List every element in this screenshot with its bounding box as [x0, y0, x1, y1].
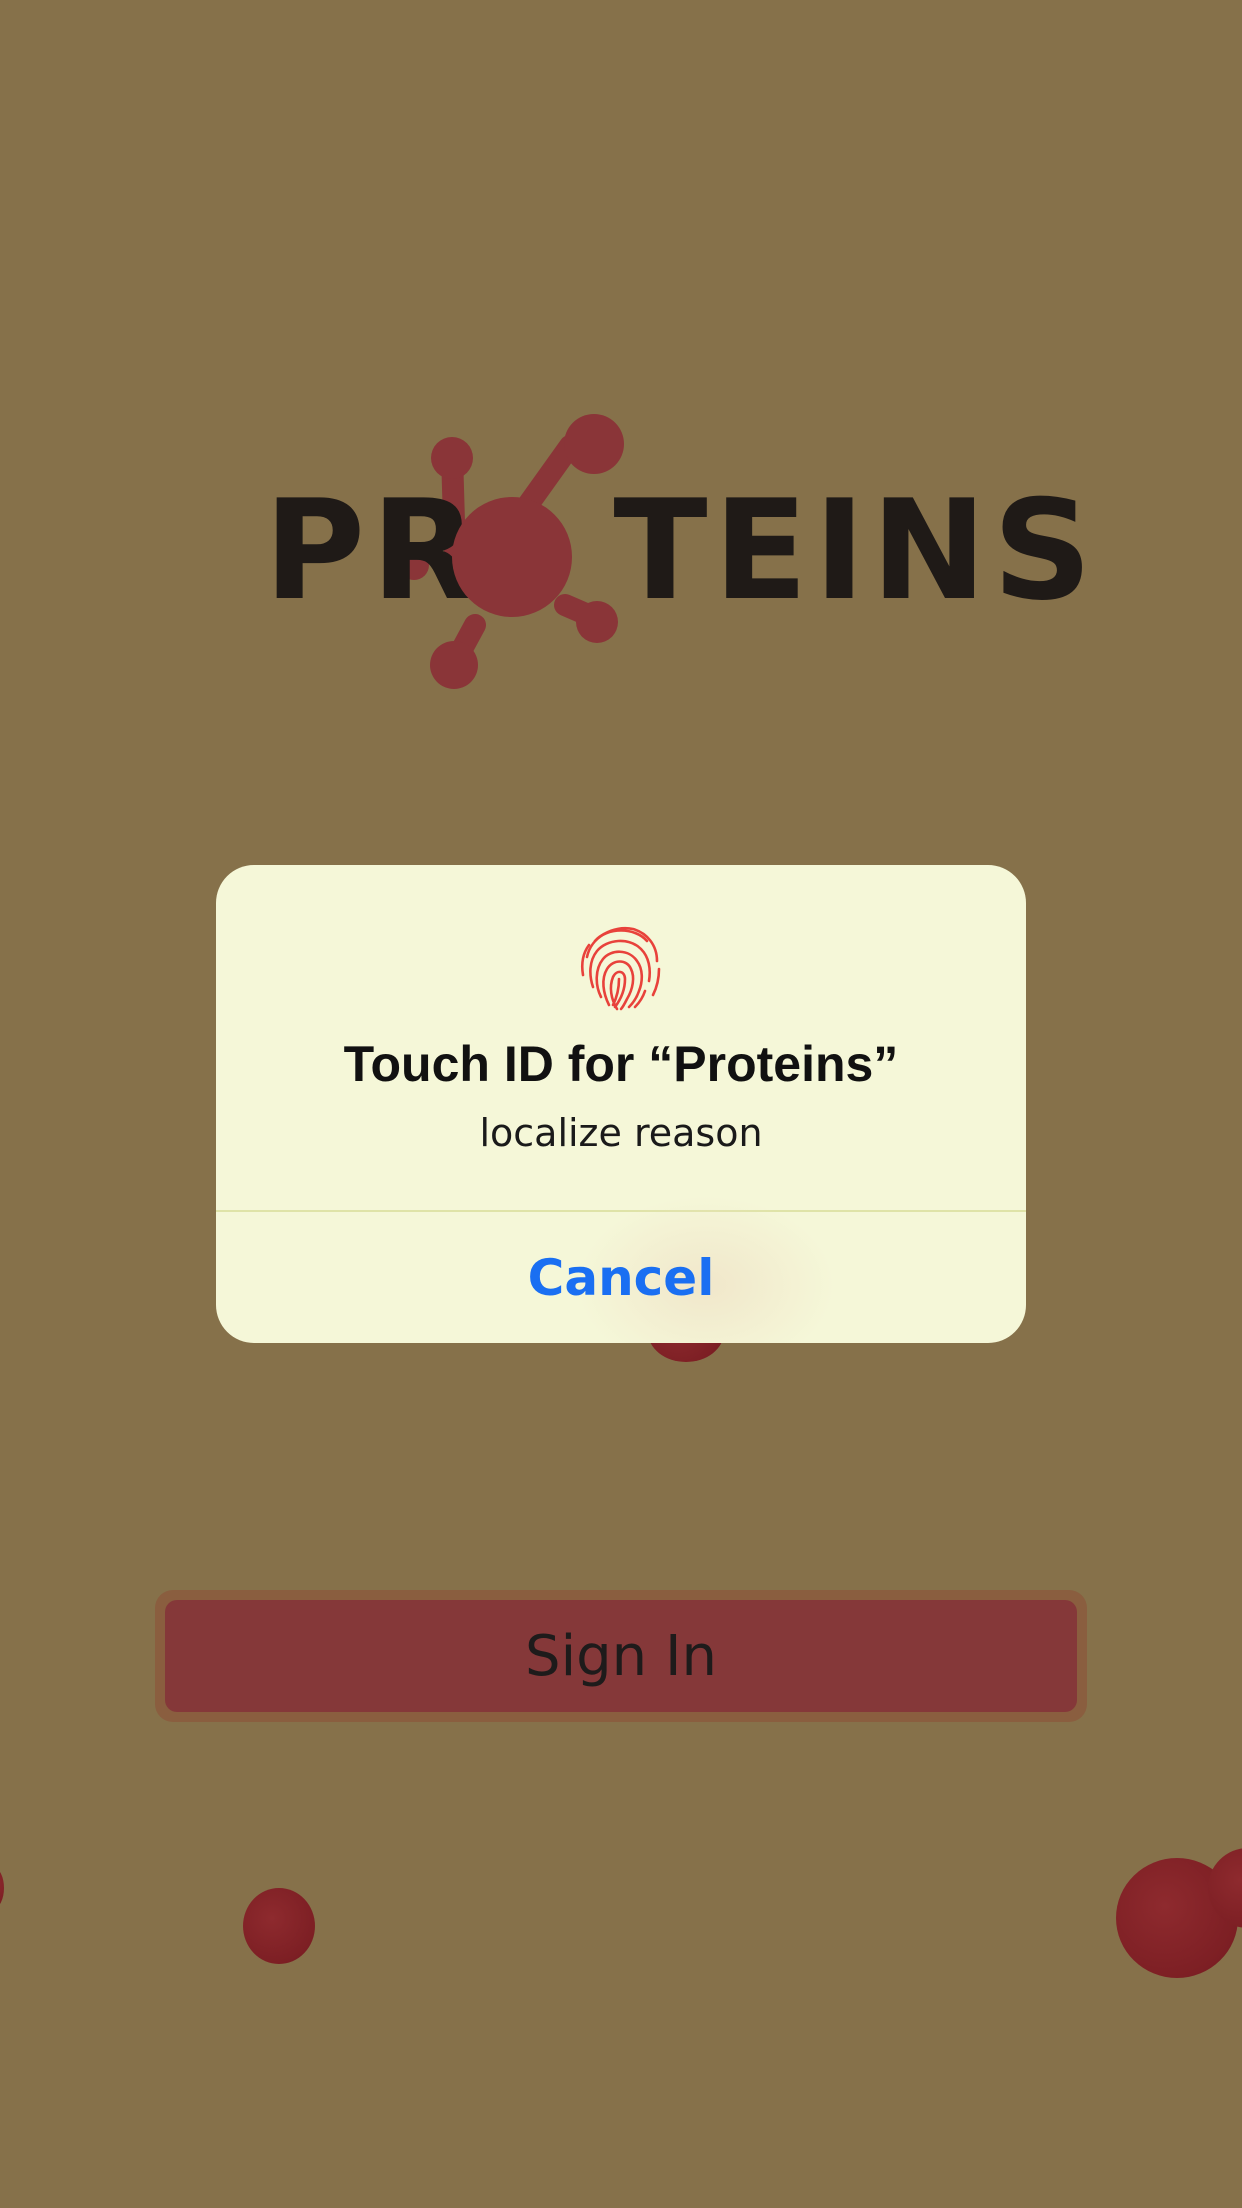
sign-in-label: Sign In	[525, 1623, 717, 1689]
decorative-blob	[243, 1888, 315, 1964]
sign-in-button-frame: Sign In	[155, 1590, 1087, 1722]
molecule-core-icon	[452, 497, 572, 617]
cancel-label: Cancel	[527, 1248, 715, 1307]
fingerprint-icon	[580, 926, 661, 1011]
proteins-logo: PR TEINS	[240, 400, 1092, 700]
alert-message: localize reason	[479, 1111, 763, 1155]
decorative-blob	[0, 1868, 4, 1908]
cancel-button[interactable]: Cancel	[216, 1212, 1026, 1343]
alert-title: Touch ID for “Proteins”	[343, 1036, 899, 1092]
sign-in-button[interactable]: Sign In	[165, 1600, 1077, 1712]
touch-id-alert: Touch ID for “Proteins” localize reason …	[216, 865, 1026, 1343]
login-screen: PR TEINS Sign In Touch ID for “Proteins”…	[0, 0, 1242, 2208]
alert-body: Touch ID for “Proteins” localize reason	[216, 865, 1026, 1210]
